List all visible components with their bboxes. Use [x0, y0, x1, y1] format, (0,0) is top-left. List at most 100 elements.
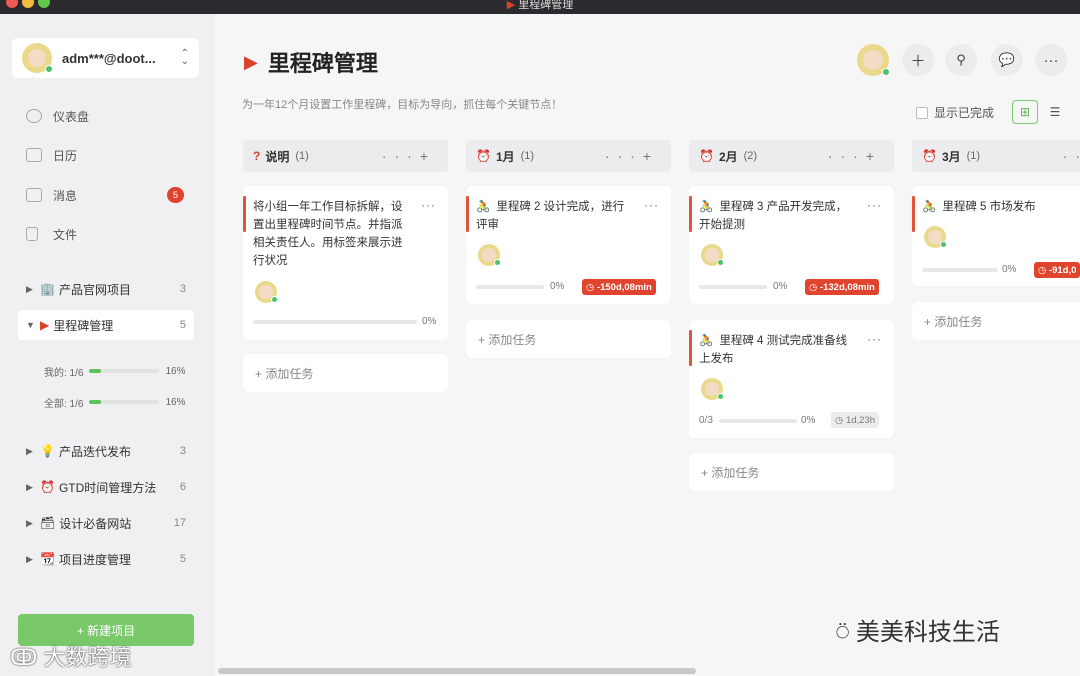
column-actions[interactable]: ···+: [828, 148, 882, 164]
card-box-icon: 🗃: [40, 516, 56, 530]
watermark-left: ↂ 大数跨境: [10, 645, 132, 670]
main-content: ▶ 里程碑管理 为一年12个月设置工作里程碑，目标为导向，抓住每个关键节点！ ＋ …: [214, 14, 1080, 676]
project-item-milestones[interactable]: ▼ ▶ 里程碑管理 5: [18, 310, 194, 340]
add-task-button[interactable]: + 添加任务: [689, 453, 894, 491]
nav-label: 日历: [53, 148, 78, 163]
expand-arrow-icon[interactable]: ▶: [26, 518, 40, 529]
online-status-dot: [882, 68, 890, 76]
assignee-avatar: [255, 281, 278, 303]
calendar-icon: [26, 148, 42, 162]
add-button[interactable]: ＋: [902, 44, 934, 76]
card-menu-button[interactable]: ···: [421, 198, 436, 212]
due-date-badge: ◷ -150d,08min: [582, 279, 656, 295]
card-menu-button[interactable]: ···: [867, 198, 882, 212]
watermark-right: ⍥ 美美科技生活: [836, 619, 1000, 646]
task-text: 🚴 里程碑 3 产品开发完成，开始提测: [699, 201, 848, 231]
more-button[interactable]: ···: [1035, 44, 1067, 76]
nav-label: 消息: [53, 188, 78, 203]
nav-files[interactable]: 文件: [26, 224, 186, 244]
show-completed-toggle[interactable]: 显示已完成: [916, 104, 994, 121]
nav-dashboard[interactable]: 仪表盘: [26, 106, 186, 126]
bicycle-icon: 🚴: [476, 201, 491, 213]
column-header-jan: ⏰ 1月 (1) ···+: [466, 140, 671, 172]
task-card[interactable]: 🚴 里程碑 2 设计完成，进行评审 ··· 0% ◷ -150d,08min: [466, 186, 671, 304]
plus-icon: ＋: [910, 52, 926, 70]
expand-arrow-icon[interactable]: ▶: [26, 284, 40, 295]
show-completed-label: 显示已完成: [934, 106, 995, 120]
avatar: [22, 43, 53, 73]
board-view-button[interactable]: ⊞: [1012, 100, 1038, 124]
project-item-website[interactable]: ▶ 🏢 产品官网项目 3: [18, 274, 194, 304]
task-progress-bar: [476, 285, 544, 289]
card-menu-button[interactable]: ···: [867, 332, 882, 346]
member-avatar[interactable]: [857, 44, 890, 76]
column-title: 说明: [265, 149, 290, 164]
column-actions[interactable]: ···+: [382, 148, 436, 164]
subtask-count: 0/3: [699, 415, 713, 426]
search-button[interactable]: ⚲: [945, 44, 977, 76]
task-text: 🚴 里程碑 2 设计完成，进行评审: [476, 201, 625, 231]
project-count: 3: [179, 283, 186, 295]
window-title: ▶ 里程碑管理: [506, 0, 574, 11]
file-icon: [26, 227, 38, 241]
bicycle-icon: 🚴: [699, 335, 714, 347]
task-card[interactable]: 🚴 里程碑 4 测试完成准备线上发布 ··· 0/3 0% ◷ 1d,23h: [689, 320, 894, 438]
add-task-button[interactable]: + 添加任务: [243, 354, 448, 392]
expand-arrow-icon[interactable]: ▶: [26, 554, 40, 565]
list-view-button[interactable]: ☰: [1042, 100, 1068, 124]
project-item-gtd[interactable]: ▶ ⏰ GTD时间管理方法 6: [18, 472, 194, 502]
column-count: (1): [520, 150, 535, 162]
account-switcher[interactable]: adm***@doot... ⌃ ⌄: [12, 38, 199, 78]
project-label: GTD时间管理方法: [58, 480, 157, 495]
priority-bar: [243, 196, 246, 232]
column-title: 2月: [718, 149, 738, 164]
flag-icon: ▶: [244, 51, 258, 72]
chat-bubble-icon: 💬: [998, 52, 1016, 67]
checkbox[interactable]: [916, 106, 928, 119]
progress-bar: [89, 400, 160, 404]
column-actions[interactable]: ··: [1063, 148, 1080, 164]
chevron-updown-icon: ⌃ ⌄: [180, 48, 189, 67]
priority-bar: [689, 330, 692, 366]
column-title: 1月: [495, 149, 515, 164]
expand-arrow-icon[interactable]: ▶: [26, 446, 40, 457]
task-progress-bar: [922, 268, 998, 272]
wechat-icon: ⍥: [836, 620, 850, 645]
priority-bar: [466, 196, 469, 232]
dashboard-icon: [26, 109, 42, 123]
column-actions[interactable]: ···+: [605, 148, 659, 164]
priority-bar: [912, 196, 915, 232]
project-item-iteration[interactable]: ▶ 💡 产品迭代发布 3: [18, 436, 194, 466]
project-label: 产品迭代发布: [58, 444, 131, 459]
expand-arrow-icon[interactable]: ▶: [26, 482, 40, 493]
progress-bar: [89, 369, 160, 373]
all-progress: 全部: 1/6 16%: [44, 395, 192, 410]
task-card[interactable]: 将小组一年工作目标拆解，设置出里程碑时间节点。并指派相关责任人。用标签来展示进行…: [243, 186, 448, 340]
collapse-arrow-icon[interactable]: ▼: [26, 320, 40, 330]
comments-button[interactable]: 💬: [991, 44, 1023, 76]
column-count: (1): [295, 150, 309, 162]
project-item-design-sites[interactable]: ▶ 🗃 设计必备网站 17: [18, 508, 194, 538]
task-card[interactable]: 🚴 里程碑 3 产品开发完成，开始提测 ··· 0% ◷ -132d,08min: [689, 186, 894, 304]
progress-label: 全部: 1/6: [44, 398, 84, 410]
add-task-button[interactable]: + 添加任务: [466, 320, 671, 358]
task-percent: 0%: [801, 415, 816, 426]
nav-messages[interactable]: 消息 5: [26, 185, 186, 205]
project-label: 设计必备网站: [59, 516, 132, 531]
task-percent: 0%: [550, 281, 565, 292]
project-label: 里程碑管理: [53, 318, 114, 333]
task-percent: 0%: [422, 316, 437, 327]
column-header-feb: ⏰ 2月 (2) ···+: [689, 140, 894, 172]
question-icon: ?: [253, 149, 261, 163]
nav-calendar[interactable]: 日历: [26, 145, 186, 165]
task-progress-bar: [719, 419, 797, 423]
add-task-button[interactable]: + 添加任务: [912, 302, 1080, 340]
clock-icon: ◷: [809, 281, 820, 293]
project-item-progress-mgmt[interactable]: ▶ 📆 项目进度管理 5: [18, 544, 194, 574]
project-count: 6: [179, 481, 186, 493]
card-menu-button[interactable]: ···: [644, 198, 659, 212]
assignee-avatar: [701, 378, 724, 400]
task-card[interactable]: 🚴 里程碑 5 市场发布 0% ◷ -91d,0: [912, 186, 1080, 286]
task-text: 🚴 里程碑 5 市场发布: [922, 201, 1036, 213]
horizontal-scrollbar[interactable]: [218, 668, 696, 674]
